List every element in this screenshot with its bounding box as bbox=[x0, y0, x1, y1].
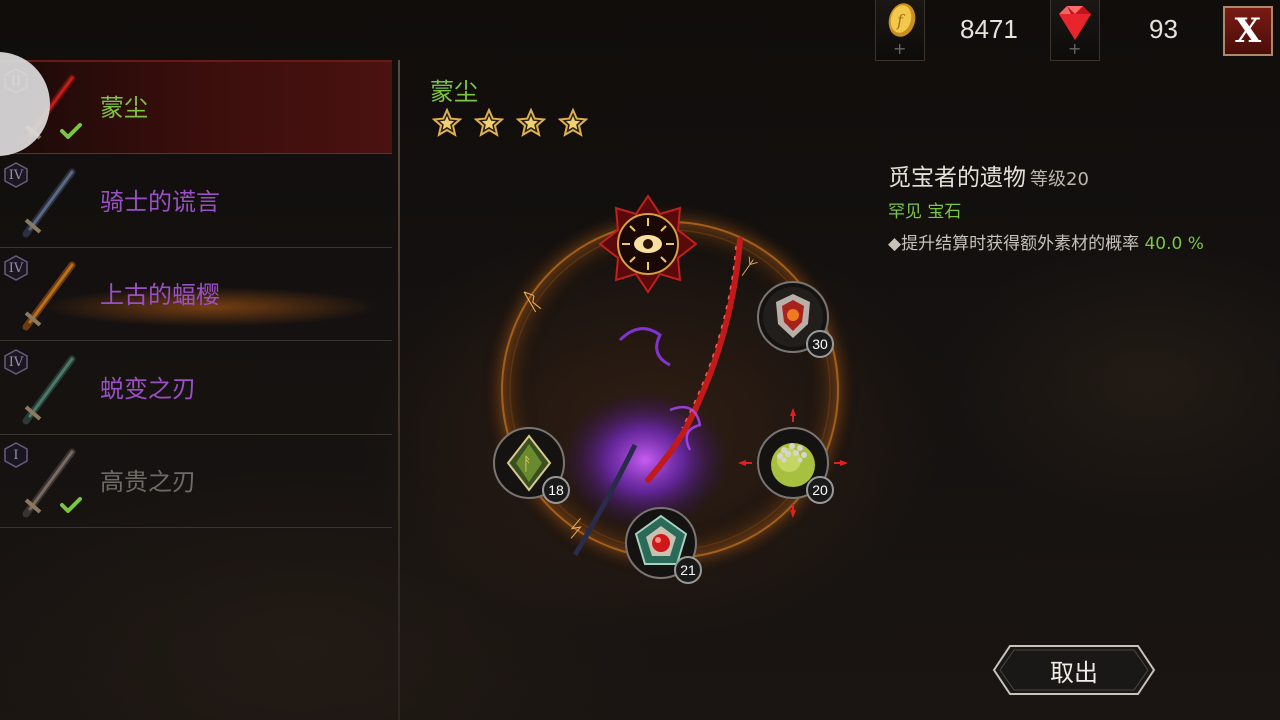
gem-level: 等级20 bbox=[1030, 169, 1089, 190]
weapon-item[interactable]: IV 上古的蝠樱 bbox=[0, 247, 392, 341]
gem-name: 觅宝者的遗物 bbox=[888, 165, 1026, 191]
star-icon bbox=[431, 107, 463, 138]
weapon-name: 骑士的谎言 bbox=[100, 188, 220, 216]
socket-red-pentagon[interactable]: 21 bbox=[624, 506, 702, 584]
socket-green-orb[interactable]: 20 bbox=[738, 408, 848, 518]
sword-icon bbox=[14, 255, 84, 335]
star-icon bbox=[473, 107, 505, 138]
socket-ring: ᚱ ᛉ ᛋ 30 20 21 ᚨ 18 bbox=[470, 190, 870, 590]
take-out-button[interactable]: 取出 bbox=[992, 644, 1156, 696]
weapon-item[interactable]: II蒙尘 bbox=[0, 60, 392, 154]
check-icon bbox=[60, 496, 82, 514]
weapon-name: 高贵之刃 bbox=[100, 468, 196, 496]
weapon-list: II蒙尘IV骑士的谎言IV上古的蝠樱IV蜕变之刃I高贵之刃 bbox=[0, 60, 400, 720]
eye-emblem-socket[interactable] bbox=[598, 194, 698, 294]
sword-icon bbox=[14, 162, 84, 242]
svg-text:ᚨ: ᚨ bbox=[522, 454, 533, 475]
plus-icon: + bbox=[893, 39, 907, 58]
socket-red-shield[interactable]: 30 bbox=[756, 280, 834, 358]
socket-count: 21 bbox=[674, 556, 702, 584]
weapon-item[interactable]: IV 蜕变之刃 bbox=[0, 341, 392, 435]
socket-count: 30 bbox=[806, 330, 834, 358]
gem-rarity-line: 罕见 宝石 bbox=[888, 197, 961, 222]
star-icon bbox=[515, 107, 547, 138]
selected-weapon-name: 蒙尘 bbox=[430, 78, 478, 106]
close-button[interactable]: X bbox=[1223, 6, 1273, 56]
gem-rarity: 罕见 bbox=[888, 202, 922, 222]
gold-amount: 8471 bbox=[960, 14, 1018, 44]
sword-icon bbox=[14, 349, 84, 429]
weapon-item[interactable]: I 高贵之刃 bbox=[0, 434, 392, 528]
list-divider bbox=[398, 60, 400, 720]
gem-effect-text: ◆提升结算时获得额外素材的概率 bbox=[888, 234, 1140, 254]
gem-type: 宝石 bbox=[927, 202, 962, 222]
weapon-name: 蒙尘 bbox=[100, 94, 148, 122]
weapon-name: 上古的蝠樱 bbox=[100, 281, 220, 309]
gem-effect-line: ◆提升结算时获得额外素材的概率 40.0 % bbox=[888, 229, 1204, 254]
gem-amount: 93 bbox=[1149, 14, 1178, 44]
star-icon bbox=[557, 107, 589, 138]
check-icon bbox=[60, 122, 82, 140]
star-rating bbox=[431, 107, 589, 138]
take-out-label: 取出 bbox=[1050, 658, 1098, 687]
gem-effect-value: 40.0 % bbox=[1144, 234, 1204, 254]
socket-count: 18 bbox=[542, 476, 570, 504]
weapon-name: 蜕变之刃 bbox=[100, 375, 196, 403]
socket-green-diamond[interactable]: ᚨ 18 bbox=[492, 426, 570, 504]
gem-info-title: 觅宝者的遗物 等级20 bbox=[888, 158, 1089, 192]
gold-add-button[interactable]: f + bbox=[875, 0, 925, 61]
socket-count: 20 bbox=[806, 476, 834, 504]
weapon-item[interactable]: IV 骑士的谎言 bbox=[0, 154, 392, 248]
gem-add-button[interactable]: + bbox=[1050, 0, 1100, 61]
plus-icon: + bbox=[1068, 39, 1082, 58]
